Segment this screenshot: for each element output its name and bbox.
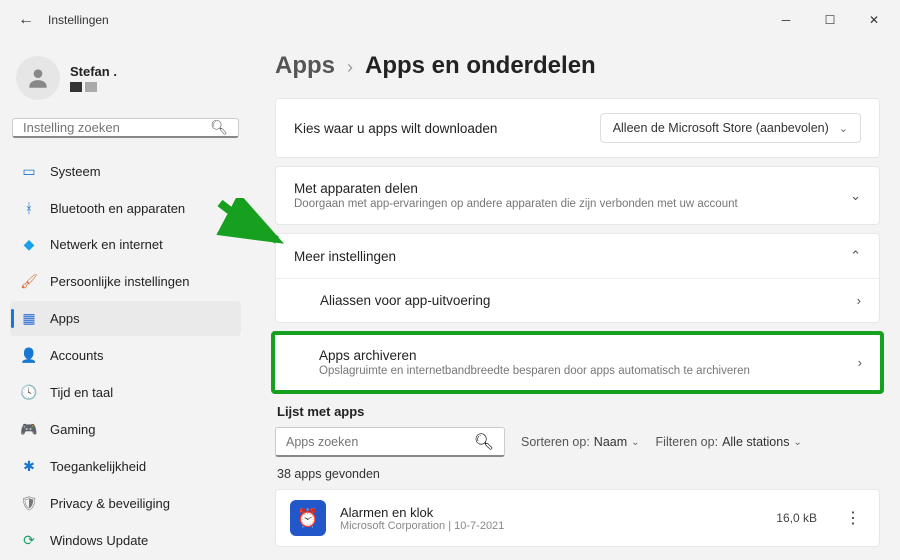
breadcrumb: Apps › Apps en onderdelen xyxy=(275,52,880,80)
app-details: Microsoft Corporation | 10-7-2021 xyxy=(340,520,504,532)
chevron-right-icon: › xyxy=(857,293,861,308)
nav-network[interactable]: ◆Netwerk en internet xyxy=(10,227,241,262)
user-name: Stefan . xyxy=(70,64,117,79)
sort-by[interactable]: Sorteren op: Naam ⌄ xyxy=(521,435,640,449)
back-button[interactable]: ← xyxy=(8,11,44,29)
download-source-card: Kies waar u apps wilt downloaden Alleen … xyxy=(275,98,880,158)
gamepad-icon: 🎮 xyxy=(20,421,38,438)
breadcrumb-root[interactable]: Apps xyxy=(275,52,335,80)
nav-system[interactable]: ▭Systeem xyxy=(10,154,241,189)
settings-search-input[interactable] xyxy=(23,120,210,135)
titlebar: ← Instellingen ─ ☐ ✕ xyxy=(0,0,900,40)
accessibility-icon: ✱ xyxy=(20,458,38,475)
app-execution-aliases[interactable]: Aliassen voor app-uitvoering › xyxy=(276,279,879,322)
nav-apps[interactable]: ▦Apps xyxy=(10,301,241,336)
share-sub: Doorgaan met app-ervaringen op andere ap… xyxy=(294,198,850,210)
profile[interactable]: Stefan . xyxy=(8,48,243,114)
highlight-annotation: Apps archiveren Opslagruimte en internet… xyxy=(271,331,884,394)
apps-search[interactable]: 🔍︎ xyxy=(275,427,505,457)
nav-gaming[interactable]: 🎮Gaming xyxy=(10,412,241,447)
apps-search-input[interactable] xyxy=(286,435,474,449)
search-icon: 🔍︎ xyxy=(210,119,228,136)
nav-bluetooth[interactable]: ᚼBluetooth en apparaten xyxy=(10,191,241,225)
search-icon: 🔍︎ xyxy=(474,432,494,452)
shield-icon: 🛡 xyxy=(20,495,38,512)
chevron-right-icon: › xyxy=(858,355,862,370)
window-title: Instellingen xyxy=(48,13,109,27)
download-source-label: Kies waar u apps wilt downloaden xyxy=(294,121,600,136)
nav-list: ▭Systeem ᚼBluetooth en apparaten ◆Netwer… xyxy=(8,152,243,560)
clock-icon: 🕓 xyxy=(20,384,38,401)
maximize-button[interactable]: ☐ xyxy=(808,4,852,36)
nav-time[interactable]: 🕓Tijd en taal xyxy=(10,375,241,410)
alarms-icon: ⏰ xyxy=(290,500,326,536)
apps-icon: ▦ xyxy=(20,310,38,327)
nav-personalisation[interactable]: 🖌Persoonlijke instellingen xyxy=(10,264,241,299)
page-title: Apps en onderdelen xyxy=(365,52,596,80)
app-size: 16,0 kB xyxy=(776,511,817,525)
chevron-up-icon: ⌃ xyxy=(850,248,861,264)
wifi-icon: ◆ xyxy=(20,236,38,253)
close-button[interactable]: ✕ xyxy=(852,4,896,36)
app-name: Alarmen en klok xyxy=(340,505,504,520)
nav-privacy[interactable]: 🛡Privacy & beveiliging xyxy=(10,486,241,521)
download-source-select[interactable]: Alleen de Microsoft Store (aanbevolen) ⌄ xyxy=(600,113,861,143)
chevron-down-icon: ⌄ xyxy=(631,437,639,448)
nav-accessibility[interactable]: ✱Toegankelijkheid xyxy=(10,449,241,484)
more-settings-toggle[interactable]: Meer instellingen ⌃ xyxy=(276,234,879,278)
nav-accounts[interactable]: 👤Accounts xyxy=(10,338,241,373)
brush-icon: 🖌 xyxy=(20,273,38,290)
user-email-redacted xyxy=(70,82,117,92)
apps-found: 38 apps gevonden xyxy=(277,467,880,481)
display-icon: ▭ xyxy=(20,163,38,180)
chevron-down-icon: ⌄ xyxy=(839,122,848,135)
more-settings-card: Meer instellingen ⌃ Aliassen voor app-ui… xyxy=(275,233,880,323)
app-list-item[interactable]: ⏰ Alarmen en klok Microsoft Corporation … xyxy=(275,489,880,547)
archive-apps[interactable]: Apps archiveren Opslagruimte en internet… xyxy=(275,335,880,390)
update-icon: ⟳ xyxy=(20,532,38,549)
app-more-button[interactable]: ⋮ xyxy=(841,508,865,528)
chevron-down-icon: ⌄ xyxy=(793,437,801,448)
download-source-row: Kies waar u apps wilt downloaden Alleen … xyxy=(276,99,879,157)
settings-search[interactable]: 🔍︎ xyxy=(12,118,239,138)
avatar xyxy=(16,56,60,100)
app-list-heading: Lijst met apps xyxy=(277,404,880,419)
nav-update[interactable]: ⟳Windows Update xyxy=(10,523,241,558)
main-pane: Apps › Apps en onderdelen Kies waar u ap… xyxy=(255,40,900,557)
chevron-down-icon: ⌄ xyxy=(850,188,861,204)
filter-by[interactable]: Filteren op: Alle stations ⌄ xyxy=(656,435,802,449)
sidebar: Stefan . 🔍︎ ▭Systeem ᚼBluetooth en appar… xyxy=(0,40,255,557)
share-title: Met apparaten delen xyxy=(294,181,850,196)
window-controls: ─ ☐ ✕ xyxy=(764,4,896,36)
person-icon: 👤 xyxy=(20,347,38,364)
share-devices-card[interactable]: Met apparaten delen Doorgaan met app-erv… xyxy=(275,166,880,225)
bluetooth-icon: ᚼ xyxy=(20,200,38,216)
minimize-button[interactable]: ─ xyxy=(764,4,808,36)
chevron-right-icon: › xyxy=(347,57,353,78)
